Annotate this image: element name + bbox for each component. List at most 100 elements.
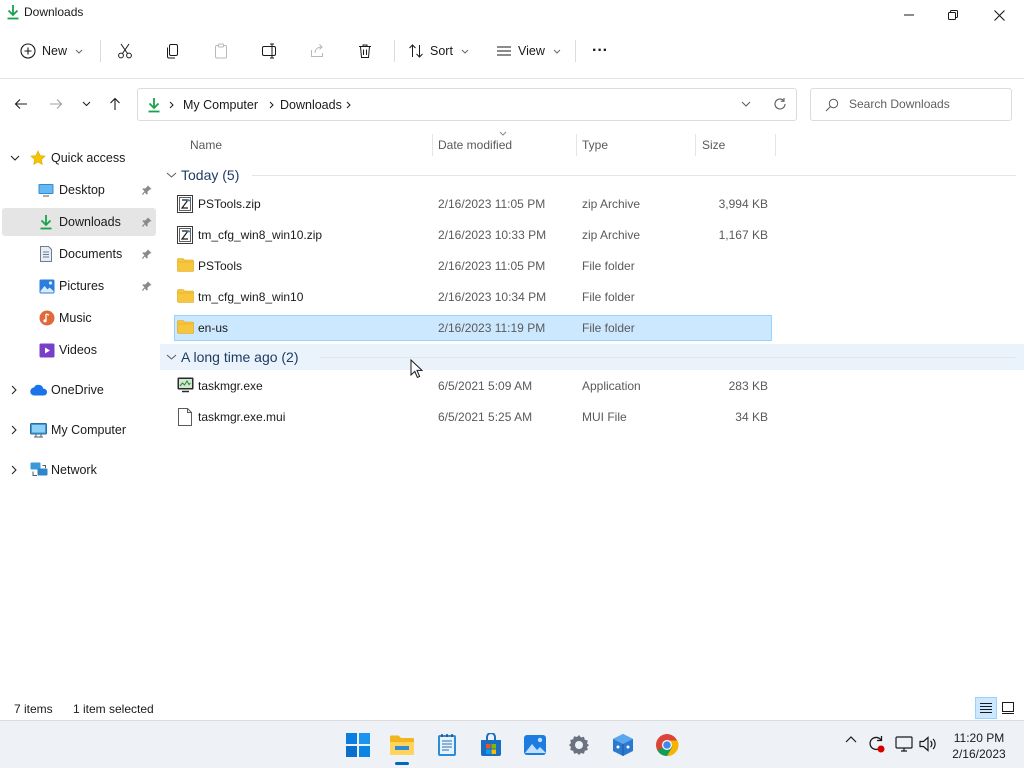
- taskbar-file-explorer[interactable]: [386, 729, 418, 765]
- trash-icon: [357, 43, 373, 59]
- sort-indicator-icon: [499, 131, 507, 136]
- file-row[interactable]: tm_cfg_win8_win10 2/16/2023 10:34 PM Fil…: [174, 284, 772, 310]
- folder-icon: [389, 734, 415, 756]
- paste-button[interactable]: [213, 36, 229, 66]
- file-row[interactable]: tm_cfg_win8_win10.zip 2/16/2023 10:33 PM…: [174, 222, 772, 248]
- column-divider[interactable]: [695, 134, 696, 156]
- file-type: Application: [582, 379, 641, 393]
- sort-button[interactable]: Sort: [408, 36, 469, 66]
- delete-button[interactable]: [357, 36, 373, 66]
- rename-button[interactable]: [261, 36, 279, 66]
- file-type: zip Archive: [582, 228, 641, 242]
- update-status-icon[interactable]: [866, 734, 886, 754]
- folder-icon: [177, 257, 194, 272]
- status-item-count: 7 items: [14, 702, 53, 716]
- tiles-view-button[interactable]: [1002, 702, 1014, 714]
- file-row[interactable]: PSTools 2/16/2023 11:05 PM File folder: [174, 253, 772, 279]
- volume-icon[interactable]: [919, 736, 937, 752]
- folder-icon: [177, 288, 194, 303]
- cut-button[interactable]: [117, 36, 133, 66]
- close-button[interactable]: [976, 0, 1022, 30]
- windows-logo-icon: [346, 733, 370, 757]
- network-status-icon[interactable]: [895, 735, 913, 753]
- column-divider[interactable]: [432, 134, 433, 156]
- taskbar: 11:20 PM 2/16/2023: [0, 720, 1024, 768]
- group-header-today[interactable]: Today (5): [160, 162, 1024, 188]
- recent-locations-button[interactable]: [75, 93, 97, 115]
- copy-button[interactable]: [165, 36, 181, 66]
- up-button[interactable]: [104, 93, 126, 115]
- taskbar-app-cube[interactable]: [607, 729, 639, 761]
- breadcrumb-downloads[interactable]: Downloads: [280, 98, 342, 112]
- taskbar-microsoft-store[interactable]: [475, 729, 507, 761]
- details-view-button[interactable]: [975, 697, 997, 719]
- clock[interactable]: 11:20 PM 2/16/2023: [944, 730, 1014, 762]
- column-header-date[interactable]: Date modified: [438, 138, 512, 152]
- breadcrumb-my-computer[interactable]: My Computer: [183, 98, 258, 112]
- column-divider[interactable]: [775, 134, 776, 156]
- nav-item-pictures[interactable]: Pictures: [2, 272, 156, 300]
- clock-time: 11:20 PM: [953, 731, 1005, 745]
- file-row[interactable]: taskmgr.exe 6/5/2021 5:09 AM Application…: [174, 373, 772, 399]
- taskbar-notepad[interactable]: [431, 729, 463, 761]
- nav-item-my-computer[interactable]: My Computer: [2, 416, 156, 444]
- taskbar-photos[interactable]: [519, 729, 551, 761]
- column-header-type[interactable]: Type: [582, 138, 608, 152]
- show-hidden-icons-button[interactable]: [845, 735, 857, 743]
- nav-item-desktop[interactable]: Desktop: [2, 176, 156, 204]
- chevron-down-icon: [166, 354, 177, 360]
- new-button[interactable]: New: [20, 36, 83, 66]
- address-bar[interactable]: My Computer Downloads: [137, 88, 797, 121]
- nav-item-videos[interactable]: Videos: [2, 336, 156, 364]
- file-row-selected[interactable]: en-us 2/16/2023 11:19 PM File folder: [174, 315, 772, 341]
- list-view-icon: [496, 43, 512, 59]
- back-button[interactable]: [10, 93, 32, 115]
- search-input[interactable]: [849, 97, 999, 111]
- chevron-down-icon: [553, 49, 561, 54]
- column-divider[interactable]: [576, 134, 577, 156]
- pin-icon: [142, 249, 152, 259]
- nav-item-onedrive[interactable]: OneDrive: [2, 376, 156, 404]
- address-history-button[interactable]: [741, 101, 751, 107]
- file-name: taskmgr.exe: [198, 379, 263, 393]
- minimize-button[interactable]: [886, 0, 932, 30]
- nav-item-downloads[interactable]: Downloads: [2, 208, 156, 236]
- file-date: 2/16/2023 11:05 PM: [438, 197, 546, 211]
- column-header-size[interactable]: Size: [702, 138, 725, 152]
- zip-icon: [177, 195, 193, 213]
- download-icon: [6, 4, 20, 20]
- refresh-button[interactable]: [773, 97, 787, 111]
- new-label: New: [42, 44, 68, 58]
- chevron-right-icon[interactable]: [11, 465, 17, 475]
- restore-button[interactable]: [930, 0, 976, 30]
- chevron-right-icon[interactable]: [11, 425, 17, 435]
- share-button[interactable]: [309, 36, 325, 66]
- file-row[interactable]: PSTools.zip 2/16/2023 11:05 PM zip Archi…: [174, 191, 772, 217]
- group-header-long-time-ago[interactable]: A long time ago (2): [160, 344, 1024, 370]
- chevron-right-icon: [269, 101, 274, 109]
- nav-item-network[interactable]: Network: [2, 456, 156, 484]
- more-options-button[interactable]: ···: [592, 36, 608, 66]
- view-button[interactable]: View: [496, 36, 561, 66]
- forward-button[interactable]: [45, 93, 67, 115]
- nav-quick-access[interactable]: Quick access: [2, 144, 156, 172]
- chevron-right-icon[interactable]: [11, 385, 17, 395]
- store-icon: [479, 733, 503, 757]
- nav-item-documents[interactable]: Documents: [2, 240, 156, 268]
- arrow-up-icon: [109, 97, 121, 111]
- file-name: PSTools: [198, 259, 243, 273]
- nav-label: OneDrive: [51, 383, 104, 397]
- start-button[interactable]: [342, 729, 374, 761]
- taskbar-chrome[interactable]: [651, 729, 683, 761]
- file-name: tm_cfg_win8_win10.zip: [198, 228, 323, 242]
- search-box[interactable]: [810, 88, 1012, 121]
- nav-label: Desktop: [59, 183, 105, 197]
- file-row[interactable]: taskmgr.exe.mui 6/5/2021 5:25 AM MUI Fil…: [174, 404, 772, 430]
- file-name: PSTools.zip: [198, 197, 261, 211]
- chevron-down-icon[interactable]: [10, 155, 20, 161]
- divider: [100, 40, 101, 62]
- active-indicator: [395, 762, 409, 765]
- column-header-name[interactable]: Name: [190, 138, 222, 152]
- nav-item-music[interactable]: Music: [2, 304, 156, 332]
- taskbar-settings[interactable]: [563, 729, 595, 761]
